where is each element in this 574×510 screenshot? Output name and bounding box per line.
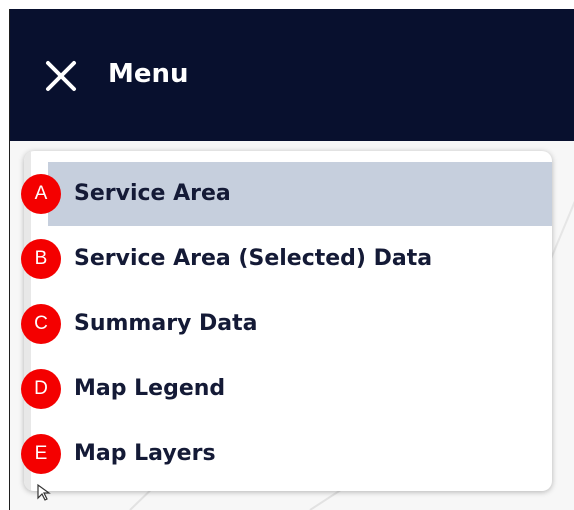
menu-item-label: Map Legend [74, 376, 226, 401]
menu-item-summary-data[interactable]: Summary Data [48, 292, 552, 356]
badge-b: B [21, 239, 61, 279]
cursor-pointer-icon [37, 483, 51, 501]
menu-item-label: Service Area [74, 181, 231, 206]
close-x-icon [46, 61, 76, 91]
menu-title: Menu [108, 59, 189, 89]
close-menu-button[interactable] [44, 59, 78, 93]
menu-header: Menu [10, 9, 574, 141]
menu-item-service-area[interactable]: Service Area [48, 162, 552, 226]
badge-c: C [21, 304, 61, 344]
menu-item-label: Summary Data [74, 311, 258, 336]
badge-d: D [21, 369, 61, 409]
menu-item-map-layers[interactable]: Map Layers [48, 422, 552, 486]
badge-a: A [21, 174, 61, 214]
app-window: Menu Service Area Service Area (Selected… [9, 9, 574, 510]
menu-item-label: Map Layers [74, 441, 216, 466]
menu-panel: Service Area Service Area (Selected) Dat… [24, 151, 552, 491]
menu-item-map-legend[interactable]: Map Legend [48, 357, 552, 421]
badge-e: E [21, 434, 61, 474]
menu-item-service-area-selected-data[interactable]: Service Area (Selected) Data [48, 227, 552, 291]
menu-item-label: Service Area (Selected) Data [74, 246, 433, 271]
